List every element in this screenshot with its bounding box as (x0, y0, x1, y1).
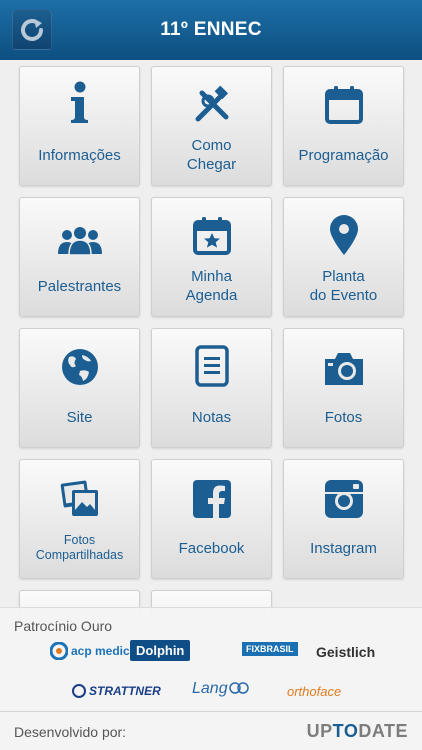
developer-footer: Desenvolvido por: UPTODATE (0, 711, 422, 750)
sponsor-heading: Patrocínio Ouro (14, 618, 113, 634)
lang-logo-icon (228, 682, 249, 694)
sponsor-logo-geistlich[interactable]: Geistlich (316, 644, 375, 660)
sponsor-logo-acp-medic[interactable]: acp medic (50, 642, 130, 660)
map-pin-tools-icon (195, 85, 228, 122)
facebook-icon (192, 480, 231, 518)
tile-instagram[interactable]: Instagram (283, 459, 404, 579)
tile-label: Palestrantes (37, 277, 122, 295)
location-pin-icon (329, 215, 358, 255)
sponsor-logo-dolphin[interactable]: Dolphin (130, 640, 191, 661)
tile-como-chegar[interactable]: Como Chegar (151, 66, 272, 186)
tile-fotos[interactable]: Fotos (283, 328, 404, 448)
page-title: 11º ENNEC (160, 19, 262, 40)
tile-label: Fotos Compartilhadas (35, 533, 124, 562)
sponsor-logo-fixbrasil[interactable]: FIXBRASIL (242, 642, 298, 656)
people-icon (57, 227, 102, 256)
calendar-icon (324, 86, 363, 124)
tile-label: Site (66, 408, 93, 426)
tile-label: Como Chegar (186, 137, 237, 173)
info-icon (70, 81, 88, 123)
calendar-star-icon (192, 217, 231, 255)
tile-notas[interactable]: Notas (151, 328, 272, 448)
tile-label: Facebook (178, 539, 245, 557)
sponsor-logo-strattner[interactable]: STRATTNER (72, 684, 161, 698)
acp-medic-logo-icon (50, 642, 68, 660)
developer-brand[interactable]: UPTODATE (307, 721, 408, 742)
menu-grid: Informações Como Chegar Programação Pale… (0, 60, 422, 620)
tile-label: Minha Agenda (185, 268, 238, 304)
tile-informacoes[interactable]: Informações (19, 66, 140, 186)
globe-icon (61, 349, 98, 385)
tile-fotos-compartilhadas[interactable]: Fotos Compartilhadas (19, 459, 140, 579)
tile-label: Fotos (324, 408, 363, 426)
tile-label: Planta do Evento (309, 268, 378, 304)
tile-label: Instagram (310, 539, 377, 557)
app-header: 11º ENNEC (0, 0, 422, 60)
notes-icon (194, 345, 229, 387)
tile-label: Notas (191, 408, 232, 426)
tile-minha-agenda[interactable]: Minha Agenda (151, 197, 272, 317)
tile-palestrantes[interactable]: Palestrantes (19, 197, 140, 317)
tile-facebook[interactable]: Facebook (151, 459, 272, 579)
tile-label: Informações (38, 146, 121, 164)
tile-label: Programação (298, 146, 389, 164)
camera-icon (324, 353, 363, 385)
sponsor-logo-orthoface[interactable]: orthoface (287, 684, 341, 699)
refresh-icon (21, 19, 43, 41)
developer-label: Desenvolvido por: (14, 724, 127, 740)
sponsor-logo-lang[interactable]: Lang (192, 680, 250, 698)
tile-site[interactable]: Site (19, 328, 140, 448)
tile-programacao[interactable]: Programação (283, 66, 404, 186)
instagram-icon (324, 480, 363, 518)
tile-planta-do-evento[interactable]: Planta do Evento (283, 197, 404, 317)
refresh-button[interactable] (12, 10, 52, 50)
photos-stack-icon (60, 480, 98, 516)
strattner-logo-icon (72, 684, 86, 698)
